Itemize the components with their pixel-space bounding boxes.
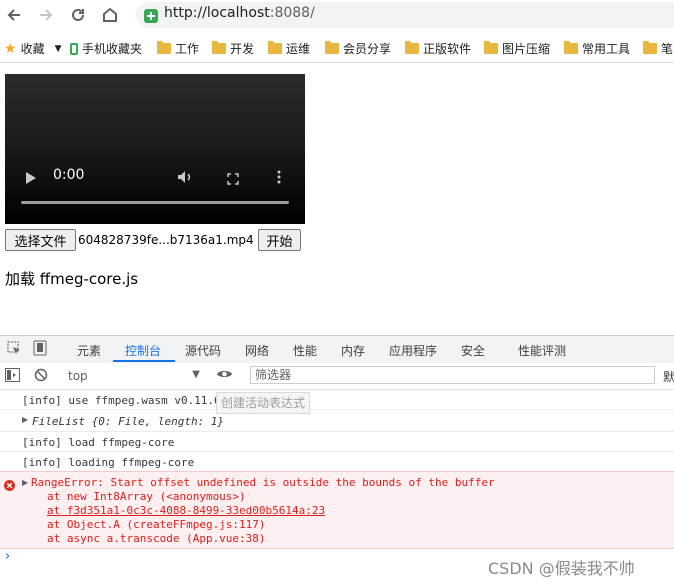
- bookmarks-bar: ★ 收藏 ▼ 手机收藏夹 工作 开发 运维 会员分享 正版软件 图片压缩 常用工…: [0, 34, 674, 63]
- stack-frame-link[interactable]: at f3d351a1-0c3c-4088-8499-33ed00b5614a:…: [47, 504, 325, 517]
- device-toolbar-icon[interactable]: [33, 340, 47, 359]
- error-icon: [4, 476, 15, 495]
- bookmark-work[interactable]: 工作: [157, 40, 199, 57]
- console-log-row: [info] load ffmpeg-core: [0, 431, 674, 452]
- tab-application[interactable]: 应用程序: [389, 342, 437, 359]
- stack-frame: at new Int8Array (<anonymous>): [47, 490, 246, 503]
- folder-icon: [268, 41, 282, 54]
- tab-sources[interactable]: 源代码: [185, 342, 221, 359]
- active-tab-indicator: [113, 360, 175, 362]
- tab-memory[interactable]: 内存: [341, 342, 365, 359]
- folder-icon: [643, 41, 657, 54]
- more-options-icon[interactable]: [277, 169, 281, 188]
- bookmark-licensed-software[interactable]: 正版软件: [405, 40, 471, 57]
- filter-input[interactable]: 筛选器: [250, 366, 655, 384]
- address-bar[interactable]: http://localhost:8088/: [136, 2, 674, 28]
- home-icon[interactable]: [98, 3, 122, 27]
- browser-toolbar: http://localhost:8088/: [0, 0, 674, 30]
- devtools-tab-strip: 元素 控制台 源代码 网络 性能 内存 应用程序 安全 性能评测: [0, 335, 674, 364]
- video-time: 0:00: [53, 167, 85, 183]
- volume-icon[interactable]: [177, 169, 193, 188]
- choose-file-button[interactable]: 选择文件: [5, 229, 76, 251]
- error-message: RangeError: Start offset undefined is ou…: [31, 476, 495, 489]
- context-selector[interactable]: top ▼: [62, 366, 204, 386]
- inspect-element-icon[interactable]: [7, 341, 21, 358]
- tab-performance[interactable]: 性能: [293, 342, 317, 359]
- tab-security[interactable]: 安全: [461, 342, 485, 359]
- console-log-row: [info] use ffmpeg.wasm v0.11.6: [0, 389, 674, 410]
- bookmark-image-compress[interactable]: 图片压缩: [484, 40, 550, 57]
- folder-icon: [212, 41, 226, 54]
- sidebar-toggle-icon[interactable]: [5, 368, 20, 385]
- bookmark-common-tools[interactable]: 常用工具: [564, 40, 630, 57]
- stack-frame-link[interactable]: at async a.transcode (App.vue:38): [47, 532, 266, 545]
- default-levels-label[interactable]: 默: [663, 368, 674, 385]
- clear-console-icon[interactable]: [34, 368, 48, 385]
- bookmark-notes[interactable]: 笔: [643, 40, 673, 57]
- video-player[interactable]: 0:00: [5, 74, 305, 224]
- video-progress-bar[interactable]: [21, 201, 289, 204]
- phone-icon: [70, 42, 78, 55]
- back-icon[interactable]: [2, 3, 26, 27]
- console-log-row: [info] loading ffmpeg-core: [0, 451, 674, 472]
- expand-triangle-icon[interactable]: ▶: [22, 478, 28, 487]
- url-text: http://localhost:8088/: [164, 5, 315, 21]
- bookmark-ops[interactable]: 运维: [268, 40, 310, 57]
- fullscreen-icon[interactable]: [227, 170, 239, 189]
- reload-icon[interactable]: [66, 3, 90, 27]
- folder-icon: [405, 41, 419, 54]
- tab-network[interactable]: 网络: [245, 342, 269, 359]
- star-icon: ★: [4, 40, 17, 57]
- start-button[interactable]: 开始: [258, 229, 301, 251]
- bookmark-member-share[interactable]: 会员分享: [325, 40, 391, 57]
- expand-triangle-icon[interactable]: ▶: [22, 415, 28, 424]
- console-prompt-icon[interactable]: ›: [5, 549, 10, 564]
- play-icon[interactable]: [25, 170, 37, 189]
- tab-lighthouse[interactable]: 性能评测: [518, 342, 566, 359]
- bookmark-mobile[interactable]: 手机收藏夹: [70, 40, 142, 57]
- watermark: CSDN @假装我不帅: [488, 559, 635, 578]
- stack-frame-link[interactable]: at Object.A (createFFmpeg.js:117): [47, 518, 266, 531]
- status-text: 加载 ffmeg-core.js: [5, 270, 139, 288]
- bookmark-dev[interactable]: 开发: [212, 40, 254, 57]
- bookmark-favorites[interactable]: ★ 收藏 ▼: [4, 40, 62, 57]
- console-toolbar: top ▼ 筛选器 默: [0, 363, 674, 390]
- selected-file-name: 604828739fe...b7136a1.mp4: [78, 233, 254, 247]
- folder-icon: [325, 41, 339, 54]
- tab-console[interactable]: 控制台: [125, 342, 161, 359]
- folder-icon: [564, 41, 578, 54]
- secure-shield-icon: [144, 8, 158, 23]
- dropdown-arrow-icon: ▼: [54, 43, 62, 54]
- live-expression-eye-icon[interactable]: [216, 368, 233, 383]
- dropdown-arrow-icon: ▼: [192, 369, 200, 380]
- folder-icon: [484, 41, 498, 54]
- folder-icon: [157, 41, 171, 54]
- tab-elements[interactable]: 元素: [77, 342, 101, 359]
- console-log-row[interactable]: ▶ FileList {0: File, length: 1}: [0, 410, 674, 432]
- console-error-entry: ▶ RangeError: Start offset undefined is …: [0, 471, 674, 549]
- forward-icon[interactable]: [34, 3, 58, 27]
